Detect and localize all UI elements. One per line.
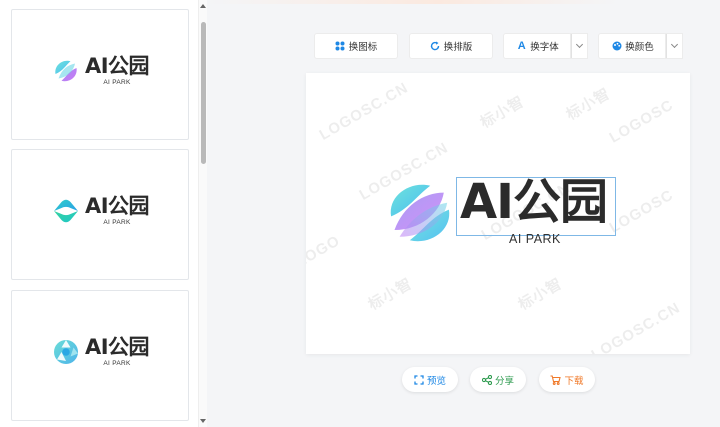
preview-label: 预览 xyxy=(426,375,446,387)
template-sub: AI PARK xyxy=(103,219,131,226)
watermark: LOGOSC xyxy=(606,186,677,237)
color-dropdown-toggle[interactable] xyxy=(666,34,682,58)
template-card-3[interactable]: AI公园 AI PARK xyxy=(11,290,189,421)
change-color-button[interactable]: 换颜色 xyxy=(599,34,666,58)
change-font-button[interactable]: A 换字体 xyxy=(504,34,571,58)
watermark: LOGOSC xyxy=(606,96,677,147)
scroll-up-arrow-icon[interactable] xyxy=(200,4,206,8)
brand-sub-text[interactable]: AI PARK xyxy=(509,232,561,246)
share-button[interactable]: 分享 xyxy=(470,367,526,392)
template-card-2[interactable]: AI公园 AI PARK xyxy=(11,149,189,280)
template-sub: AI PARK xyxy=(103,79,131,86)
chevron-down-icon xyxy=(575,40,584,49)
template-list: AI公园 AI PARK AI公园 AI PARK AI公园 AI PARK xyxy=(0,0,207,427)
change-layout-label: 换排版 xyxy=(443,42,473,53)
brand-name-text[interactable]: AI公园 xyxy=(460,174,608,232)
watermark: LOGOSC.CN xyxy=(588,299,684,354)
chevron-down-icon xyxy=(670,40,679,49)
watermark: 标小智 xyxy=(365,275,416,314)
grid-icon xyxy=(335,41,346,52)
watermark: 标小智 xyxy=(515,275,566,314)
change-layout-button[interactable]: 换排版 xyxy=(410,34,492,58)
logo-mark-icon xyxy=(390,184,450,242)
watermark: 标小智 xyxy=(477,93,528,132)
change-icon-button[interactable]: 换图标 xyxy=(315,34,397,58)
font-dropdown-toggle[interactable] xyxy=(571,34,587,58)
template-sub: AI PARK xyxy=(103,360,131,367)
cart-icon xyxy=(550,374,562,385)
download-button[interactable]: 下载 xyxy=(539,367,595,392)
palette-icon xyxy=(611,41,622,52)
preview-button[interactable]: 预览 xyxy=(402,367,458,392)
download-label: 下载 xyxy=(564,375,584,387)
logo-mark-icon xyxy=(55,60,77,82)
template-card-1[interactable]: AI公园 AI PARK xyxy=(11,9,189,140)
change-icon-label: 换图标 xyxy=(348,42,378,53)
font-a-icon: A xyxy=(517,40,526,52)
logo-mark-icon xyxy=(53,340,78,364)
watermark: LOGOSC.CN xyxy=(316,79,412,144)
scrollbar[interactable] xyxy=(198,0,207,427)
scroll-thumb[interactable] xyxy=(201,22,206,164)
template-name: AI公园 xyxy=(84,194,150,218)
refresh-icon xyxy=(430,41,441,52)
logo-preview-canvas: LOGOSC.CN 标小智 LOGOSC LOGOSC.CN 标小智 LOGOS… xyxy=(306,73,690,354)
top-accent-strip xyxy=(207,0,720,4)
logo-mark-icon xyxy=(53,199,78,223)
template-name: AI公园 xyxy=(84,54,150,78)
change-font-label: 换字体 xyxy=(530,42,559,53)
share-label: 分享 xyxy=(494,375,514,387)
change-color-label: 换颜色 xyxy=(625,42,654,53)
watermark: 标小智 xyxy=(563,85,614,124)
template-name: AI公园 xyxy=(84,335,150,359)
watermark: LOGO xyxy=(306,232,344,271)
expand-icon xyxy=(414,374,424,385)
share-icon xyxy=(481,374,492,385)
scroll-down-arrow-icon[interactable] xyxy=(200,419,206,423)
